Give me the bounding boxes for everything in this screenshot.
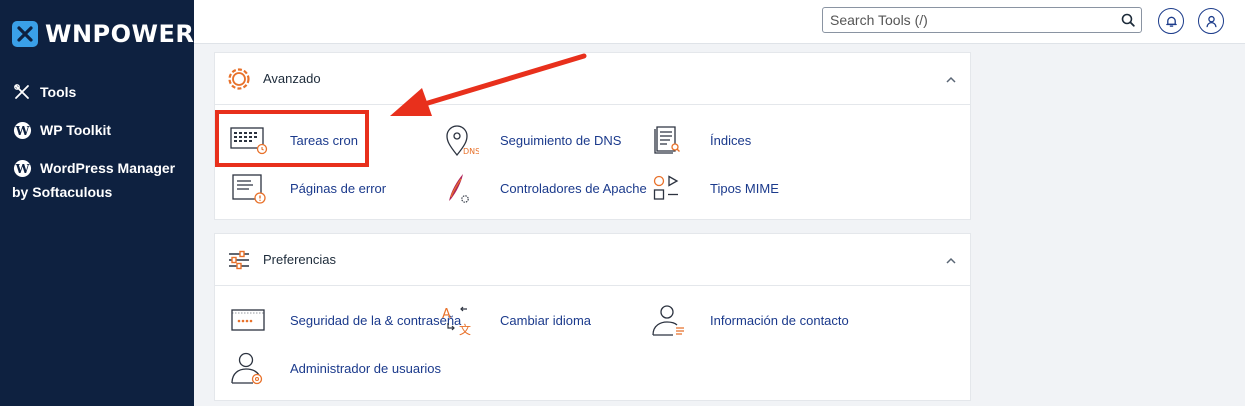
chevron-up-icon[interactable]	[944, 254, 958, 268]
search-input[interactable]	[823, 8, 1115, 32]
panel-preferencias: Preferencias Seguridad de la & contraseñ…	[214, 233, 971, 401]
top-bar	[194, 0, 1245, 44]
tool-paginas-error[interactable]: Páginas de error	[229, 171, 386, 205]
bell-icon	[1165, 16, 1177, 27]
svg-text:A: A	[442, 307, 451, 322]
tool-cambiar-idioma[interactable]: A文 Cambiar idioma	[439, 303, 591, 337]
tools-icon	[12, 82, 32, 102]
tool-label: Información de contacto	[710, 312, 849, 328]
sidebar-nav: Tools W WP Toolkit W WordPress Manager b…	[12, 82, 187, 202]
tool-controladores-apache[interactable]: Controladores de Apache	[439, 171, 647, 205]
panel-header[interactable]: Avanzado	[215, 53, 970, 105]
index-list-icon	[649, 123, 689, 157]
dns-pin-icon: DNS	[439, 123, 479, 157]
svg-text:DNS: DNS	[463, 147, 479, 156]
tool-label: Seguridad de la & contraseña	[290, 312, 462, 328]
sidebar-item-label: Tools	[40, 84, 77, 100]
panel-title: Preferencias	[263, 252, 336, 267]
tool-tipos-mime[interactable]: Tipos MIME	[649, 171, 779, 205]
tool-label: Seguimiento de DNS	[500, 132, 622, 148]
tool-informacion-contacto[interactable]: Información de contacto	[649, 303, 849, 337]
sidebar-item-wordpress-manager[interactable]: W WordPress Manager	[12, 158, 187, 178]
brand-logo[interactable]: WNPOWER	[11, 20, 194, 48]
logo-mark-icon	[12, 21, 38, 47]
user-icon	[1205, 15, 1217, 27]
sliders-icon	[229, 250, 249, 270]
user-manager-icon	[229, 351, 269, 385]
mime-shapes-icon	[649, 171, 689, 205]
annotation-arrow-icon	[390, 53, 587, 116]
annotation-highlight-box	[215, 110, 369, 167]
tool-seguimiento-dns[interactable]: DNS Seguimiento de DNS	[439, 123, 621, 157]
wordpress-icon: W	[12, 120, 32, 140]
sidebar-item-wp-toolkit[interactable]: W WP Toolkit	[12, 120, 187, 140]
sidebar-item-label: WordPress Manager	[40, 160, 176, 176]
apache-feather-icon	[439, 171, 479, 205]
tool-label: Tipos MIME	[710, 180, 779, 196]
error-page-icon	[229, 171, 269, 205]
tool-label: Cambiar idioma	[500, 312, 592, 328]
contact-icon	[649, 303, 689, 337]
notifications-button[interactable]	[1158, 8, 1184, 34]
svg-text:文: 文	[459, 322, 471, 337]
tool-label: Índices	[710, 132, 752, 148]
gear-icon	[228, 68, 250, 90]
sidebar-item-label: WP Toolkit	[40, 122, 112, 138]
search-icon[interactable]	[1115, 8, 1141, 32]
sidebar-item-sublabel: by Softaculous	[12, 184, 113, 200]
tool-label: Páginas de error	[290, 180, 387, 196]
panel-header[interactable]: Preferencias	[215, 234, 970, 286]
tool-administrador-usuarios[interactable]: Administrador de usuarios	[229, 351, 441, 385]
chevron-up-icon[interactable]	[944, 73, 958, 87]
language-icon: A文	[439, 303, 479, 337]
user-menu-button[interactable]	[1198, 8, 1224, 34]
tool-label: Administrador de usuarios	[290, 360, 442, 376]
tool-seguridad-contrasena[interactable]: Seguridad de la & contraseña	[229, 303, 461, 337]
svg-text:W: W	[14, 122, 29, 137]
panel-title: Avanzado	[263, 71, 321, 86]
tool-label: Controladores de Apache	[500, 180, 647, 196]
wordpress-icon: W	[12, 158, 32, 178]
tool-indices[interactable]: Índices	[649, 123, 751, 157]
sidebar: WNPOWER Tools W WP Toolkit W WordPress M…	[0, 0, 194, 406]
password-icon	[229, 303, 269, 337]
search-box	[822, 7, 1142, 33]
brand-name: WNPOWER	[45, 20, 195, 48]
svg-text:W: W	[14, 160, 29, 175]
sidebar-item-tools[interactable]: Tools	[12, 82, 187, 102]
